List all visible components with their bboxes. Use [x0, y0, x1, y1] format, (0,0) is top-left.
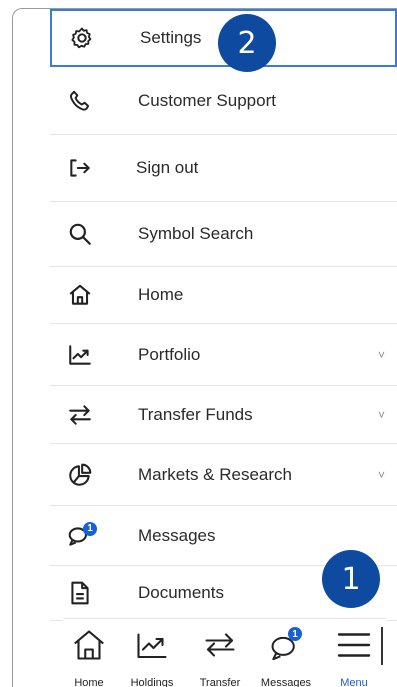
menu-item-label: Markets & Research: [138, 464, 292, 484]
home-icon: [69, 625, 109, 665]
tab-messages[interactable]: 1 Messages: [255, 619, 317, 687]
messages-badge: 1: [288, 627, 302, 641]
menu-item-portfolio[interactable]: Portfolio ˅: [50, 324, 397, 386]
menu-item-label: Symbol Search: [138, 224, 254, 243]
menu-item-label: Settings: [140, 28, 202, 47]
tab-label: Menu: [340, 677, 368, 687]
menu-list: Settings Customer Support Sign out Symbo…: [50, 9, 397, 621]
tab-transfer[interactable]: Transfer: [193, 619, 247, 687]
chevron-down-icon[interactable]: ˅: [378, 468, 385, 482]
tab-holdings[interactable]: Holdings: [123, 619, 181, 687]
transfer-icon: [200, 625, 240, 665]
menu-item-label: Home: [138, 285, 184, 304]
step-callout-1: 1: [322, 550, 380, 608]
menu-item-label: Transfer Funds: [138, 404, 253, 424]
tab-menu[interactable]: Menu: [329, 619, 379, 687]
tab-label: Holdings: [130, 677, 174, 687]
search-icon: [66, 220, 94, 248]
step-callout-2: 2: [218, 14, 276, 72]
chart-up-icon: [66, 341, 94, 369]
menu-item-symbol-search[interactable]: Symbol Search: [50, 202, 397, 267]
document-icon: [66, 579, 94, 607]
menu-item-label: Sign out: [136, 158, 199, 177]
pie-chart-icon: [66, 461, 94, 489]
menu-item-transfer-funds[interactable]: Transfer Funds ˅: [50, 386, 397, 444]
menu-item-label: Customer Support: [138, 90, 276, 110]
tab-label: Home: [74, 677, 104, 687]
chat-icon: 1: [66, 521, 97, 550]
menu-item-markets-research[interactable]: Markets & Research ˅: [50, 444, 397, 506]
tab-home[interactable]: Home: [63, 619, 115, 687]
menu-item-label: Documents: [138, 583, 224, 602]
home-icon: [66, 281, 94, 309]
menu-item-label: Portfolio: [138, 344, 201, 364]
tab-label: Messages: [260, 677, 312, 687]
chat-icon: 1: [268, 625, 304, 665]
menu-item-home[interactable]: Home: [50, 267, 397, 324]
bottom-nav: Home Holdings Transfer 1 Messages Menu: [63, 618, 386, 687]
chart-up-icon: [132, 625, 172, 665]
menu-item-label: Messages: [138, 525, 216, 545]
messages-badge: 1: [83, 521, 97, 536]
chevron-down-icon[interactable]: ˅: [378, 408, 385, 422]
sign-out-icon: [66, 154, 94, 182]
menu-item-customer-support[interactable]: Customer Support: [50, 67, 397, 135]
phone-icon: [66, 87, 94, 115]
chevron-down-icon[interactable]: ˅: [378, 348, 385, 362]
tab-label: Transfer: [199, 677, 241, 687]
menu-item-sign-out[interactable]: Sign out: [50, 135, 397, 202]
hamburger-icon: [336, 625, 372, 665]
scrollbar-handle[interactable]: [381, 627, 383, 665]
transfer-icon: [66, 401, 94, 429]
gear-icon: [68, 24, 96, 52]
